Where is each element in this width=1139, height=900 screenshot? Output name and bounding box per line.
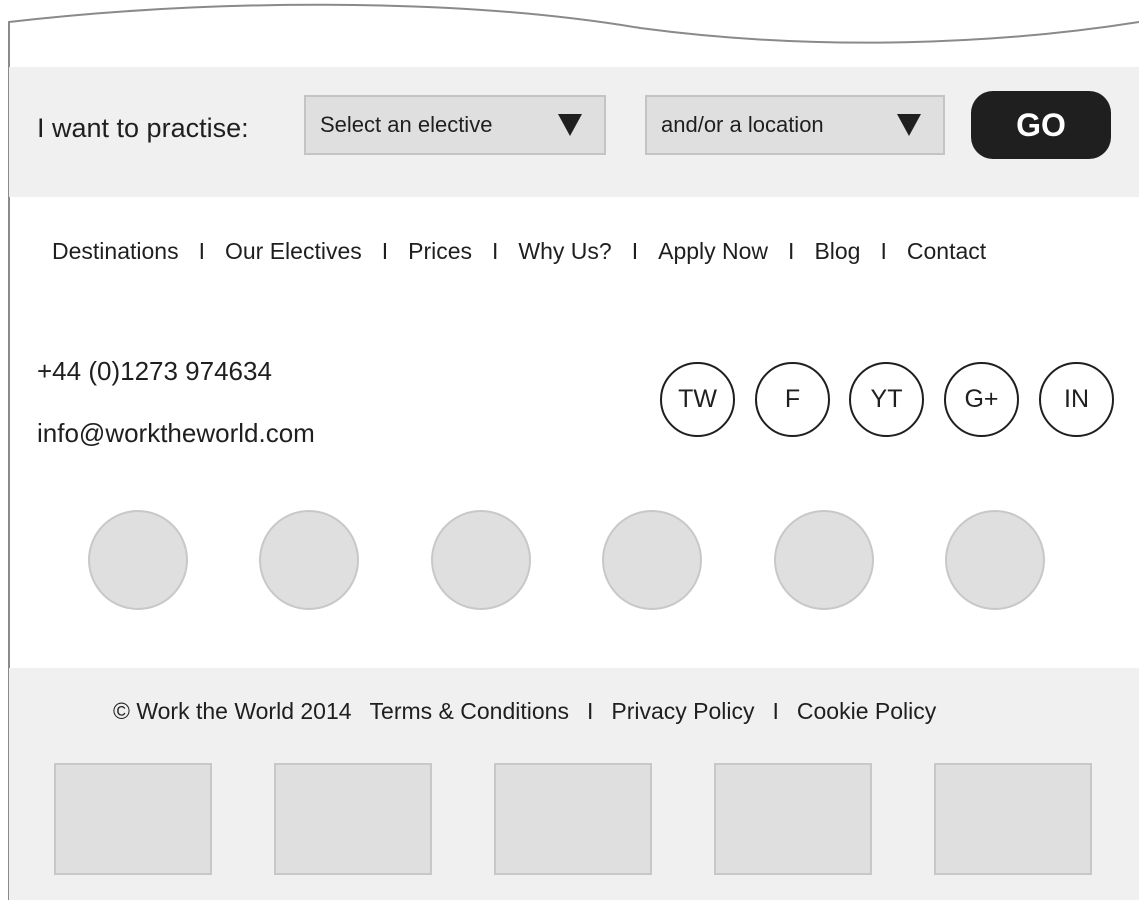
footer-separator: I: [586, 698, 594, 724]
terms-link[interactable]: Terms & Conditions: [370, 698, 569, 724]
partner-logo-placeholder: [54, 763, 212, 875]
google-plus-icon[interactable]: G+: [944, 362, 1019, 437]
nav-separator: I: [381, 238, 389, 264]
nav-item-our-electives[interactable]: Our Electives: [225, 238, 362, 264]
nav-separator: I: [198, 238, 205, 264]
partner-logo-placeholder: [494, 763, 652, 875]
elective-select[interactable]: Select an elective: [304, 95, 606, 155]
triangle-down-icon: [897, 114, 921, 136]
linkedin-icon[interactable]: IN: [1039, 362, 1114, 437]
facebook-icon[interactable]: F: [755, 362, 830, 437]
nav-item-contact[interactable]: Contact: [907, 238, 986, 264]
nav-separator: I: [631, 238, 639, 264]
footer-legal: © Work the World 2014 Terms & Conditions I…: [113, 696, 936, 726]
youtube-icon[interactable]: YT: [849, 362, 924, 437]
accreditation-logo-placeholder: [431, 510, 531, 610]
nav-item-apply-now[interactable]: Apply Now: [658, 238, 768, 264]
partner-logo-placeholder: [274, 763, 432, 875]
privacy-link[interactable]: Privacy Policy: [611, 698, 754, 724]
nav-separator: I: [880, 238, 887, 264]
nav-separator: I: [492, 238, 499, 264]
nav-separator: I: [788, 238, 795, 264]
contact-email[interactable]: info@worktheworld.com: [37, 418, 315, 448]
accreditation-logo-placeholder: [774, 510, 874, 610]
footer-separator: I: [772, 698, 779, 724]
go-button[interactable]: GO: [971, 91, 1111, 159]
main-nav: Destinations I Our Electives I Prices I Why Us…: [52, 236, 986, 266]
twitter-icon[interactable]: TW: [660, 362, 735, 437]
nav-item-why-us[interactable]: Why Us?: [518, 238, 611, 264]
elective-select-value: Select an elective: [320, 112, 493, 137]
search-label: I want to practise:: [37, 113, 249, 143]
copyright-text: © Work the World 2014: [113, 698, 352, 724]
triangle-down-icon: [558, 114, 582, 136]
accreditation-logo-placeholder: [945, 510, 1045, 610]
nav-item-prices[interactable]: Prices: [408, 238, 472, 264]
partner-logo-placeholder: [934, 763, 1092, 875]
contact-phone[interactable]: +44 (0)1273 974634: [37, 356, 272, 386]
accreditation-logo-placeholder: [259, 510, 359, 610]
accreditation-logo-placeholder: [602, 510, 702, 610]
partner-logo-placeholder: [714, 763, 872, 875]
location-select-value: and/or a location: [661, 112, 824, 137]
nav-item-destinations[interactable]: Destinations: [52, 238, 179, 264]
cookie-link[interactable]: Cookie Policy: [797, 698, 936, 724]
nav-item-blog[interactable]: Blog: [814, 238, 860, 264]
accreditation-logo-placeholder: [88, 510, 188, 610]
location-select[interactable]: and/or a location: [645, 95, 945, 155]
